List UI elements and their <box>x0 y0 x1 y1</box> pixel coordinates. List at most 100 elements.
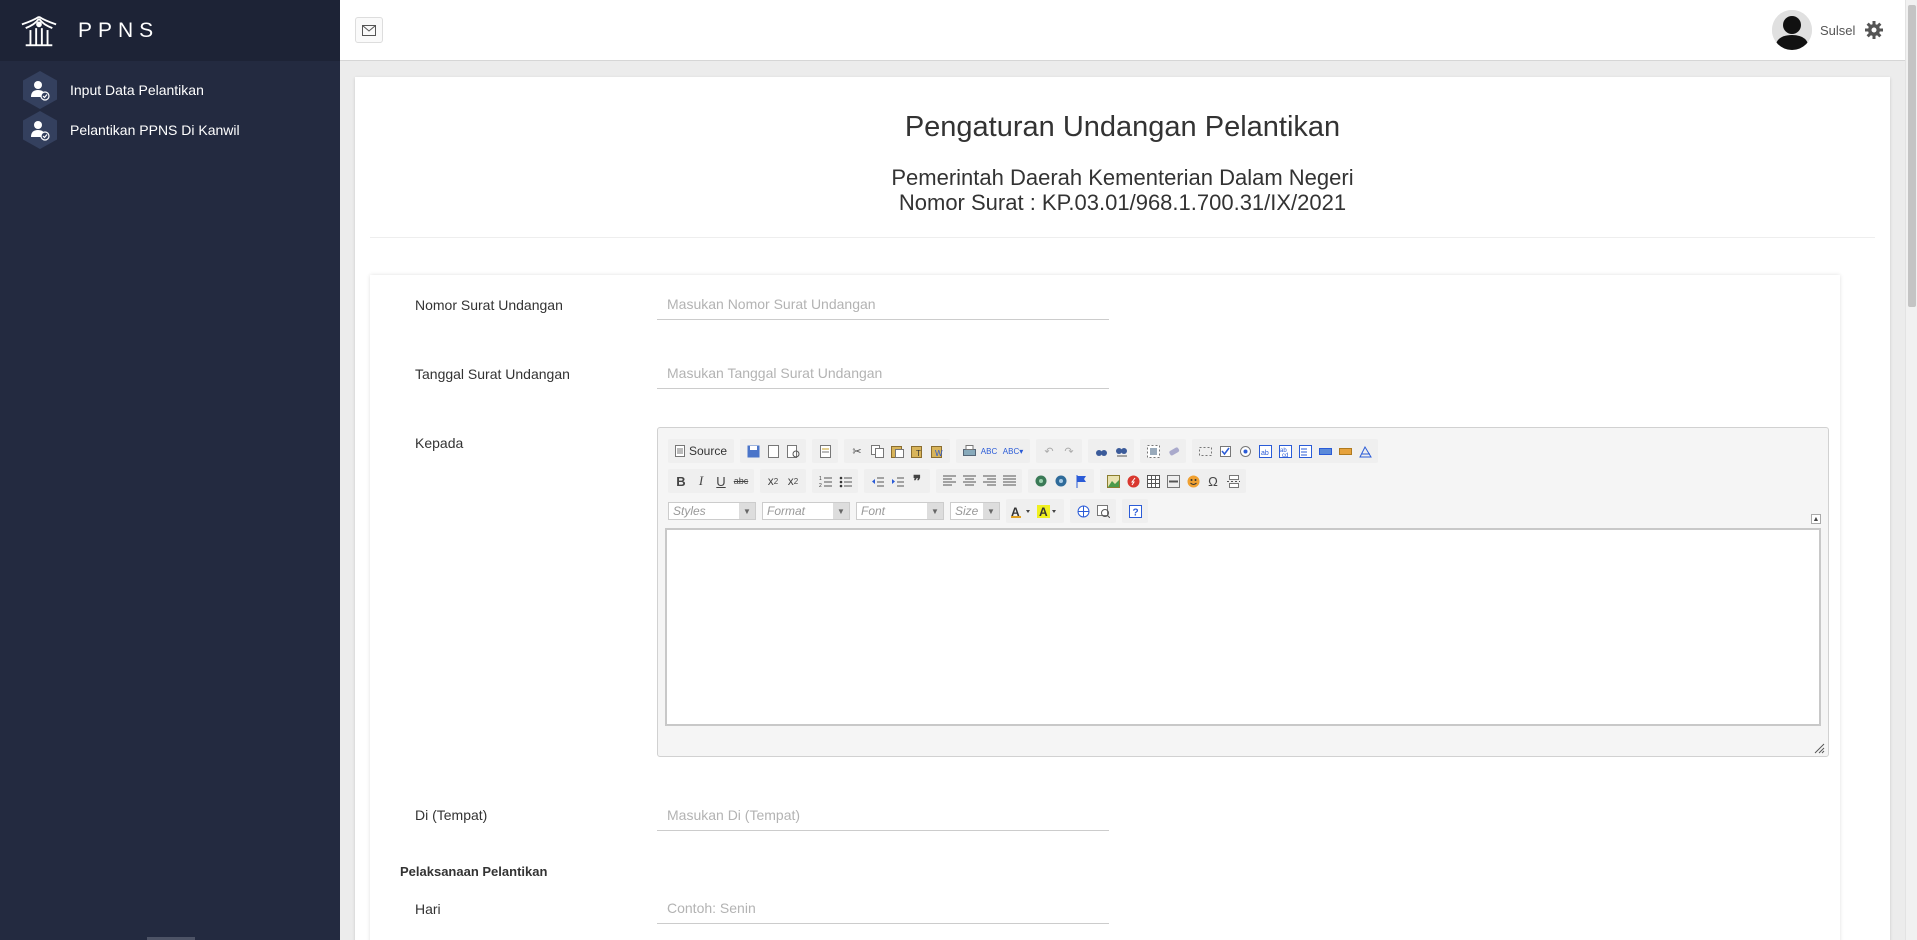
mail-button[interactable] <box>355 17 383 43</box>
avatar[interactable] <box>1772 10 1812 50</box>
button-field-icon[interactable] <box>1315 441 1335 461</box>
nomor-surat-input[interactable] <box>657 288 1109 320</box>
format-label: Format <box>767 504 806 518</box>
indent-icon[interactable] <box>887 471 907 491</box>
justify-icon[interactable] <box>999 471 1019 491</box>
table-icon[interactable] <box>1143 471 1163 491</box>
align-center-icon[interactable] <box>959 471 979 491</box>
page-title: Pengaturan Undangan Pelantikan <box>904 111 1341 143</box>
redo-icon[interactable]: ↷ <box>1059 441 1079 461</box>
remove-format-icon[interactable] <box>1163 441 1183 461</box>
numbered-list-icon[interactable]: 12 <box>815 471 835 491</box>
select-field-icon[interactable] <box>1295 441 1315 461</box>
save-icon[interactable] <box>743 441 763 461</box>
sidebar-item-label: Input Data Pelantikan <box>70 82 204 98</box>
gear-icon[interactable] <box>1864 20 1884 40</box>
toolbar-group-templates <box>812 439 839 463</box>
toolbar-group-basic-styles: B I U abc <box>668 469 754 493</box>
font-dropdown[interactable]: Font ▼ <box>856 502 944 520</box>
templates-icon[interactable] <box>815 441 835 461</box>
strikethrough-icon[interactable]: abc <box>731 471 751 491</box>
brand[interactable]: PPNS <box>0 0 340 61</box>
bulleted-list-icon[interactable] <box>835 471 855 491</box>
anchor-icon[interactable] <box>1071 471 1091 491</box>
paste-word-icon[interactable]: W <box>927 441 947 461</box>
chevron-down-icon: ▼ <box>833 503 849 519</box>
align-left-icon[interactable] <box>939 471 959 491</box>
checkbox-icon[interactable] <box>1215 441 1235 461</box>
svg-text:A: A <box>1039 505 1048 518</box>
tempat-label: Di (Tempat) <box>415 807 488 823</box>
align-right-icon[interactable] <box>979 471 999 491</box>
toolbar-group-align <box>936 469 1022 493</box>
source-button[interactable]: Source <box>671 444 731 458</box>
text-color-icon[interactable]: A <box>1009 501 1035 521</box>
find-icon[interactable] <box>1091 441 1111 461</box>
font-label: Font <box>861 504 886 518</box>
cut-icon[interactable]: ✂ <box>847 441 867 461</box>
replace-icon[interactable] <box>1111 441 1131 461</box>
select-all-icon[interactable] <box>1143 441 1163 461</box>
image-icon[interactable] <box>1103 471 1123 491</box>
smiley-icon[interactable] <box>1183 471 1203 491</box>
svg-text:2: 2 <box>819 483 822 488</box>
hari-input[interactable] <box>657 892 1109 924</box>
spellcheck-as-you-type-icon[interactable]: ABC▾ <box>999 441 1027 461</box>
sidebar-item-pelantikan-ppns-di-kanwil[interactable]: Pelantikan PPNS Di Kanwil <box>0 110 340 150</box>
text-field-icon[interactable]: ab <box>1255 441 1275 461</box>
user-check-icon <box>20 70 60 110</box>
italic-icon[interactable]: I <box>691 471 711 491</box>
toolbar-group-clipboard: ✂ T W <box>844 439 951 463</box>
special-char-icon[interactable]: Ω <box>1203 471 1223 491</box>
copy-icon[interactable] <box>867 441 887 461</box>
page-break-icon[interactable] <box>1223 471 1243 491</box>
kepada-editor-content[interactable] <box>665 528 1821 726</box>
subscript-icon[interactable]: x2 <box>763 471 783 491</box>
size-dropdown[interactable]: Size ▼ <box>950 502 1000 520</box>
superscript-icon[interactable]: x2 <box>783 471 803 491</box>
format-dropdown[interactable]: Format ▼ <box>762 502 850 520</box>
username[interactable]: Sulsel <box>1820 23 1855 38</box>
divider <box>370 237 1875 238</box>
spellcheck-icon[interactable]: ABC <box>979 441 999 461</box>
page-scrollbar[interactable] <box>1905 0 1917 940</box>
unlink-icon[interactable] <box>1051 471 1071 491</box>
toolbar-group-colors: A A <box>1006 499 1064 523</box>
print-icon[interactable] <box>959 441 979 461</box>
collapse-toolbar-icon[interactable]: ▲ <box>1811 514 1821 524</box>
kepada-editor: Source ✂ T W ABC ABC▾ ↶ ↷ ab ab cd B I U… <box>657 427 1829 757</box>
bold-icon[interactable]: B <box>671 471 691 491</box>
undo-icon[interactable]: ↶ <box>1039 441 1059 461</box>
tempat-input[interactable] <box>657 799 1109 831</box>
underline-icon[interactable]: U <box>711 471 731 491</box>
toolbar-group-forms: ab ab cd <box>1192 439 1379 463</box>
flash-icon[interactable] <box>1123 471 1143 491</box>
outdent-icon[interactable] <box>867 471 887 491</box>
resize-handle-icon[interactable] <box>1813 741 1825 754</box>
image-button-icon[interactable] <box>1335 441 1355 461</box>
hidden-field-icon[interactable] <box>1355 441 1375 461</box>
new-page-icon[interactable] <box>763 441 783 461</box>
ppns-logo <box>21 15 57 46</box>
chevron-down-icon: ▼ <box>983 503 999 519</box>
tanggal-surat-input[interactable] <box>657 357 1109 389</box>
horizontal-rule-icon[interactable] <box>1163 471 1183 491</box>
toolbar-group-scripts: x2 x2 <box>760 469 806 493</box>
radio-icon[interactable] <box>1235 441 1255 461</box>
blockquote-icon[interactable]: ❞ <box>907 471 927 491</box>
paste-text-icon[interactable]: T <box>907 441 927 461</box>
paste-icon[interactable] <box>887 441 907 461</box>
textarea-icon[interactable]: ab cd <box>1275 441 1295 461</box>
page-scrollbar-thumb[interactable] <box>1908 5 1916 307</box>
envelope-icon <box>362 24 376 36</box>
maximize-icon[interactable] <box>1073 501 1093 521</box>
link-icon[interactable] <box>1031 471 1051 491</box>
preview-icon[interactable] <box>783 441 803 461</box>
styles-dropdown[interactable]: Styles ▼ <box>668 502 756 520</box>
help-icon[interactable]: ? <box>1125 501 1145 521</box>
background-color-icon[interactable]: A <box>1035 501 1061 521</box>
show-blocks-icon[interactable] <box>1093 501 1113 521</box>
form-icon[interactable] <box>1195 441 1215 461</box>
hari-label: Hari <box>415 901 441 917</box>
sidebar-item-input-data-pelantikan[interactable]: Input Data Pelantikan <box>0 70 340 110</box>
